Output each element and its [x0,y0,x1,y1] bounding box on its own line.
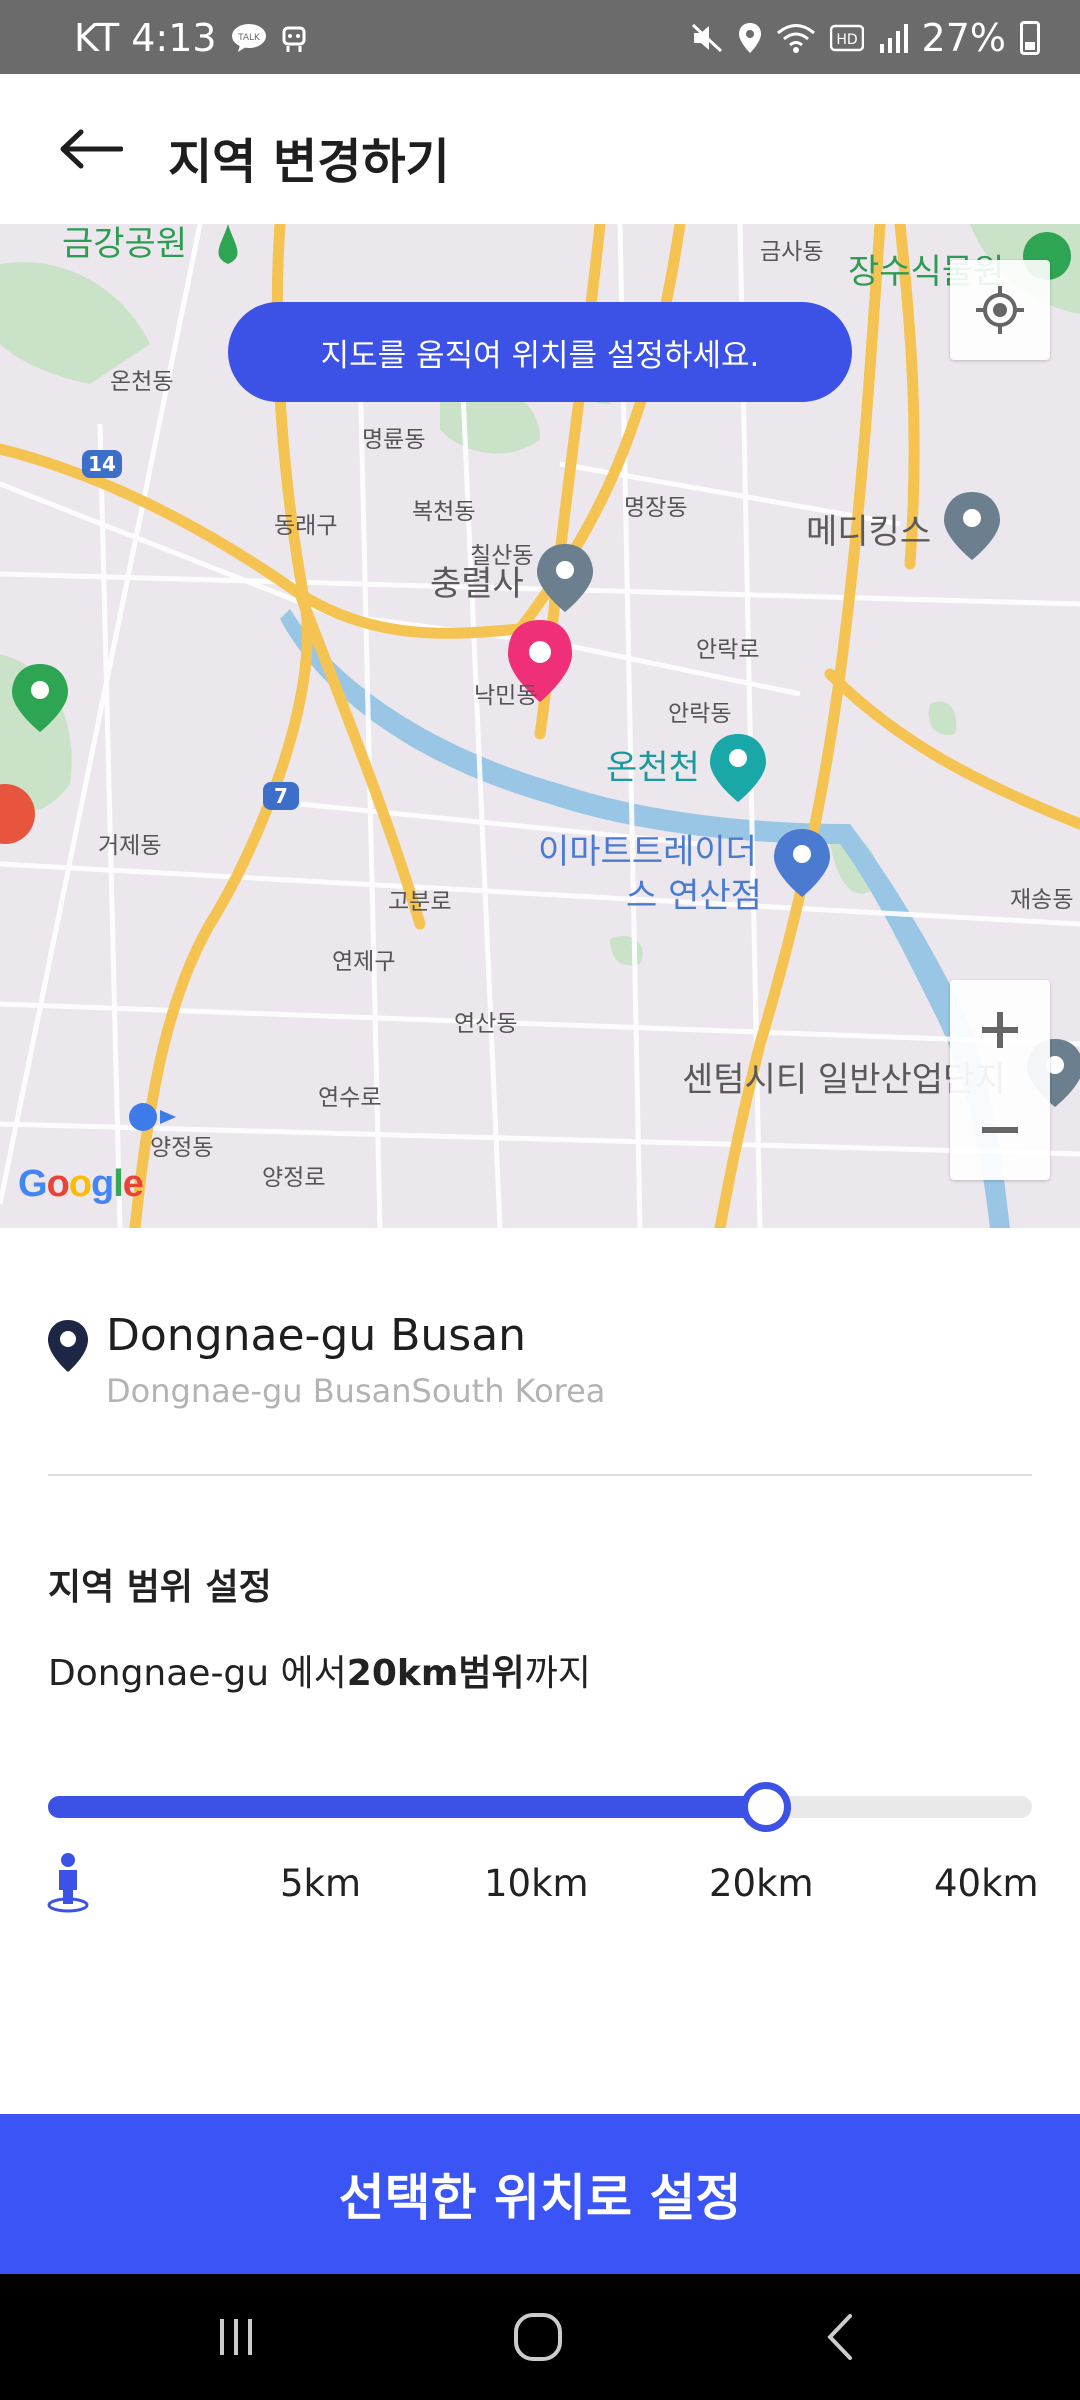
signal-icon [878,22,908,54]
plus-icon [982,1012,1018,1048]
map-label: 명장동 [624,495,688,521]
page-title: 지역 변경하기 [168,134,450,190]
person-icon [46,1852,90,1918]
carrier-time: KT 4:13 [74,16,217,60]
svg-text:TALK: TALK [237,33,261,43]
map-label: 양정로 [262,1165,326,1191]
range-desc-suffix: 까지 [524,1653,591,1694]
map-label: 온천동 [110,369,174,395]
map-label: 충렬사 [430,564,524,604]
map-label: 낙민동 [474,683,538,709]
robot-icon [281,22,307,54]
mute-icon [690,22,724,54]
location-pin-icon [46,1318,90,1378]
map-label: 온천천 [606,748,700,788]
home-icon [514,2313,562,2361]
status-bar: KT 4:13 TALK HD 27% [0,0,1080,74]
minus-icon [982,1127,1018,1133]
tick-40km[interactable]: 40km [934,1862,1039,1905]
location-subtitle: Dongnae-gu BusanSouth Korea [106,1372,606,1410]
tick-5km[interactable]: 5km [280,1862,361,1905]
kakaotalk-icon: TALK [231,23,267,53]
recent-apps-icon [220,2319,252,2355]
location-title: Dongnae-gu Busan [106,1310,527,1361]
map-view[interactable]: 14 7 금강공원 금사동 장수식물원 온천동 명륜동 동래구 복천동 명장동 … [0,224,1080,1228]
wifi-icon [776,22,816,54]
chevron-left-icon [827,2314,852,2360]
map-label: 안락동 [668,701,732,727]
map-label: 금강공원 [62,224,188,264]
map-label: 연수로 [318,1085,382,1111]
home-button[interactable] [498,2304,578,2370]
location-icon [738,22,762,54]
google-logo: Google [18,1163,144,1205]
battery-text: 27% [921,16,1006,60]
map-label: 양정동 [150,1135,214,1161]
crosshair-icon [976,286,1024,334]
tick-20km[interactable]: 20km [709,1862,814,1905]
map-label: 연산동 [454,1011,518,1037]
system-nav-bar [0,2274,1080,2400]
app-header: 지역 변경하기 [0,74,1080,224]
map-label: 스 연산점 [626,876,762,916]
hd-icon: HD [829,23,864,53]
status-left: KT 4:13 TALK [74,16,307,60]
map-label: 안락로 [696,637,760,663]
confirm-location-button[interactable]: 선택한 위치로 설정 [0,2114,1080,2274]
range-slider[interactable] [48,1782,1032,1832]
map-label: 재송동 [1010,887,1074,913]
svg-text:14: 14 [88,452,116,476]
system-back-button[interactable] [800,2304,880,2370]
map-label: 이마트트레이더 [538,832,757,872]
map-label: 명륜동 [362,427,426,453]
svg-text:HD: HD [836,32,857,48]
map-label: 메디킹스 [806,512,932,552]
map-label: 금사동 [760,239,824,265]
map-label: 연제구 [332,949,396,975]
recent-apps-button[interactable] [196,2304,276,2370]
range-desc-value: 20km범위 [346,1653,525,1694]
back-button[interactable] [56,119,126,179]
status-right: HD 27% [690,16,1040,60]
map-label: 고분로 [388,889,452,915]
divider [48,1474,1032,1476]
map-label: 동래구 [274,513,338,539]
map-label: 복천동 [412,499,476,525]
range-desc-prefix: Dongnae-gu 에서 [48,1653,347,1694]
tick-10km[interactable]: 10km [484,1862,589,1905]
zoom-out-button[interactable] [950,1080,1050,1180]
range-description: Dongnae-gu 에서20km범위까지 [48,1644,591,1696]
arrow-left-icon [60,129,123,169]
slider-fill [48,1796,767,1818]
map-label: 거제동 [98,833,162,859]
my-location-button[interactable] [950,260,1050,360]
slider-thumb[interactable] [741,1782,792,1832]
zoom-in-button[interactable] [950,980,1050,1080]
range-heading: 지역 범위 설정 [48,1567,272,1608]
battery-icon [1020,21,1040,55]
map-hint-banner: 지도를 움직여 위치를 설정하세요. [228,302,852,402]
svg-text:7: 7 [274,784,288,808]
zoom-controls [950,980,1050,1180]
